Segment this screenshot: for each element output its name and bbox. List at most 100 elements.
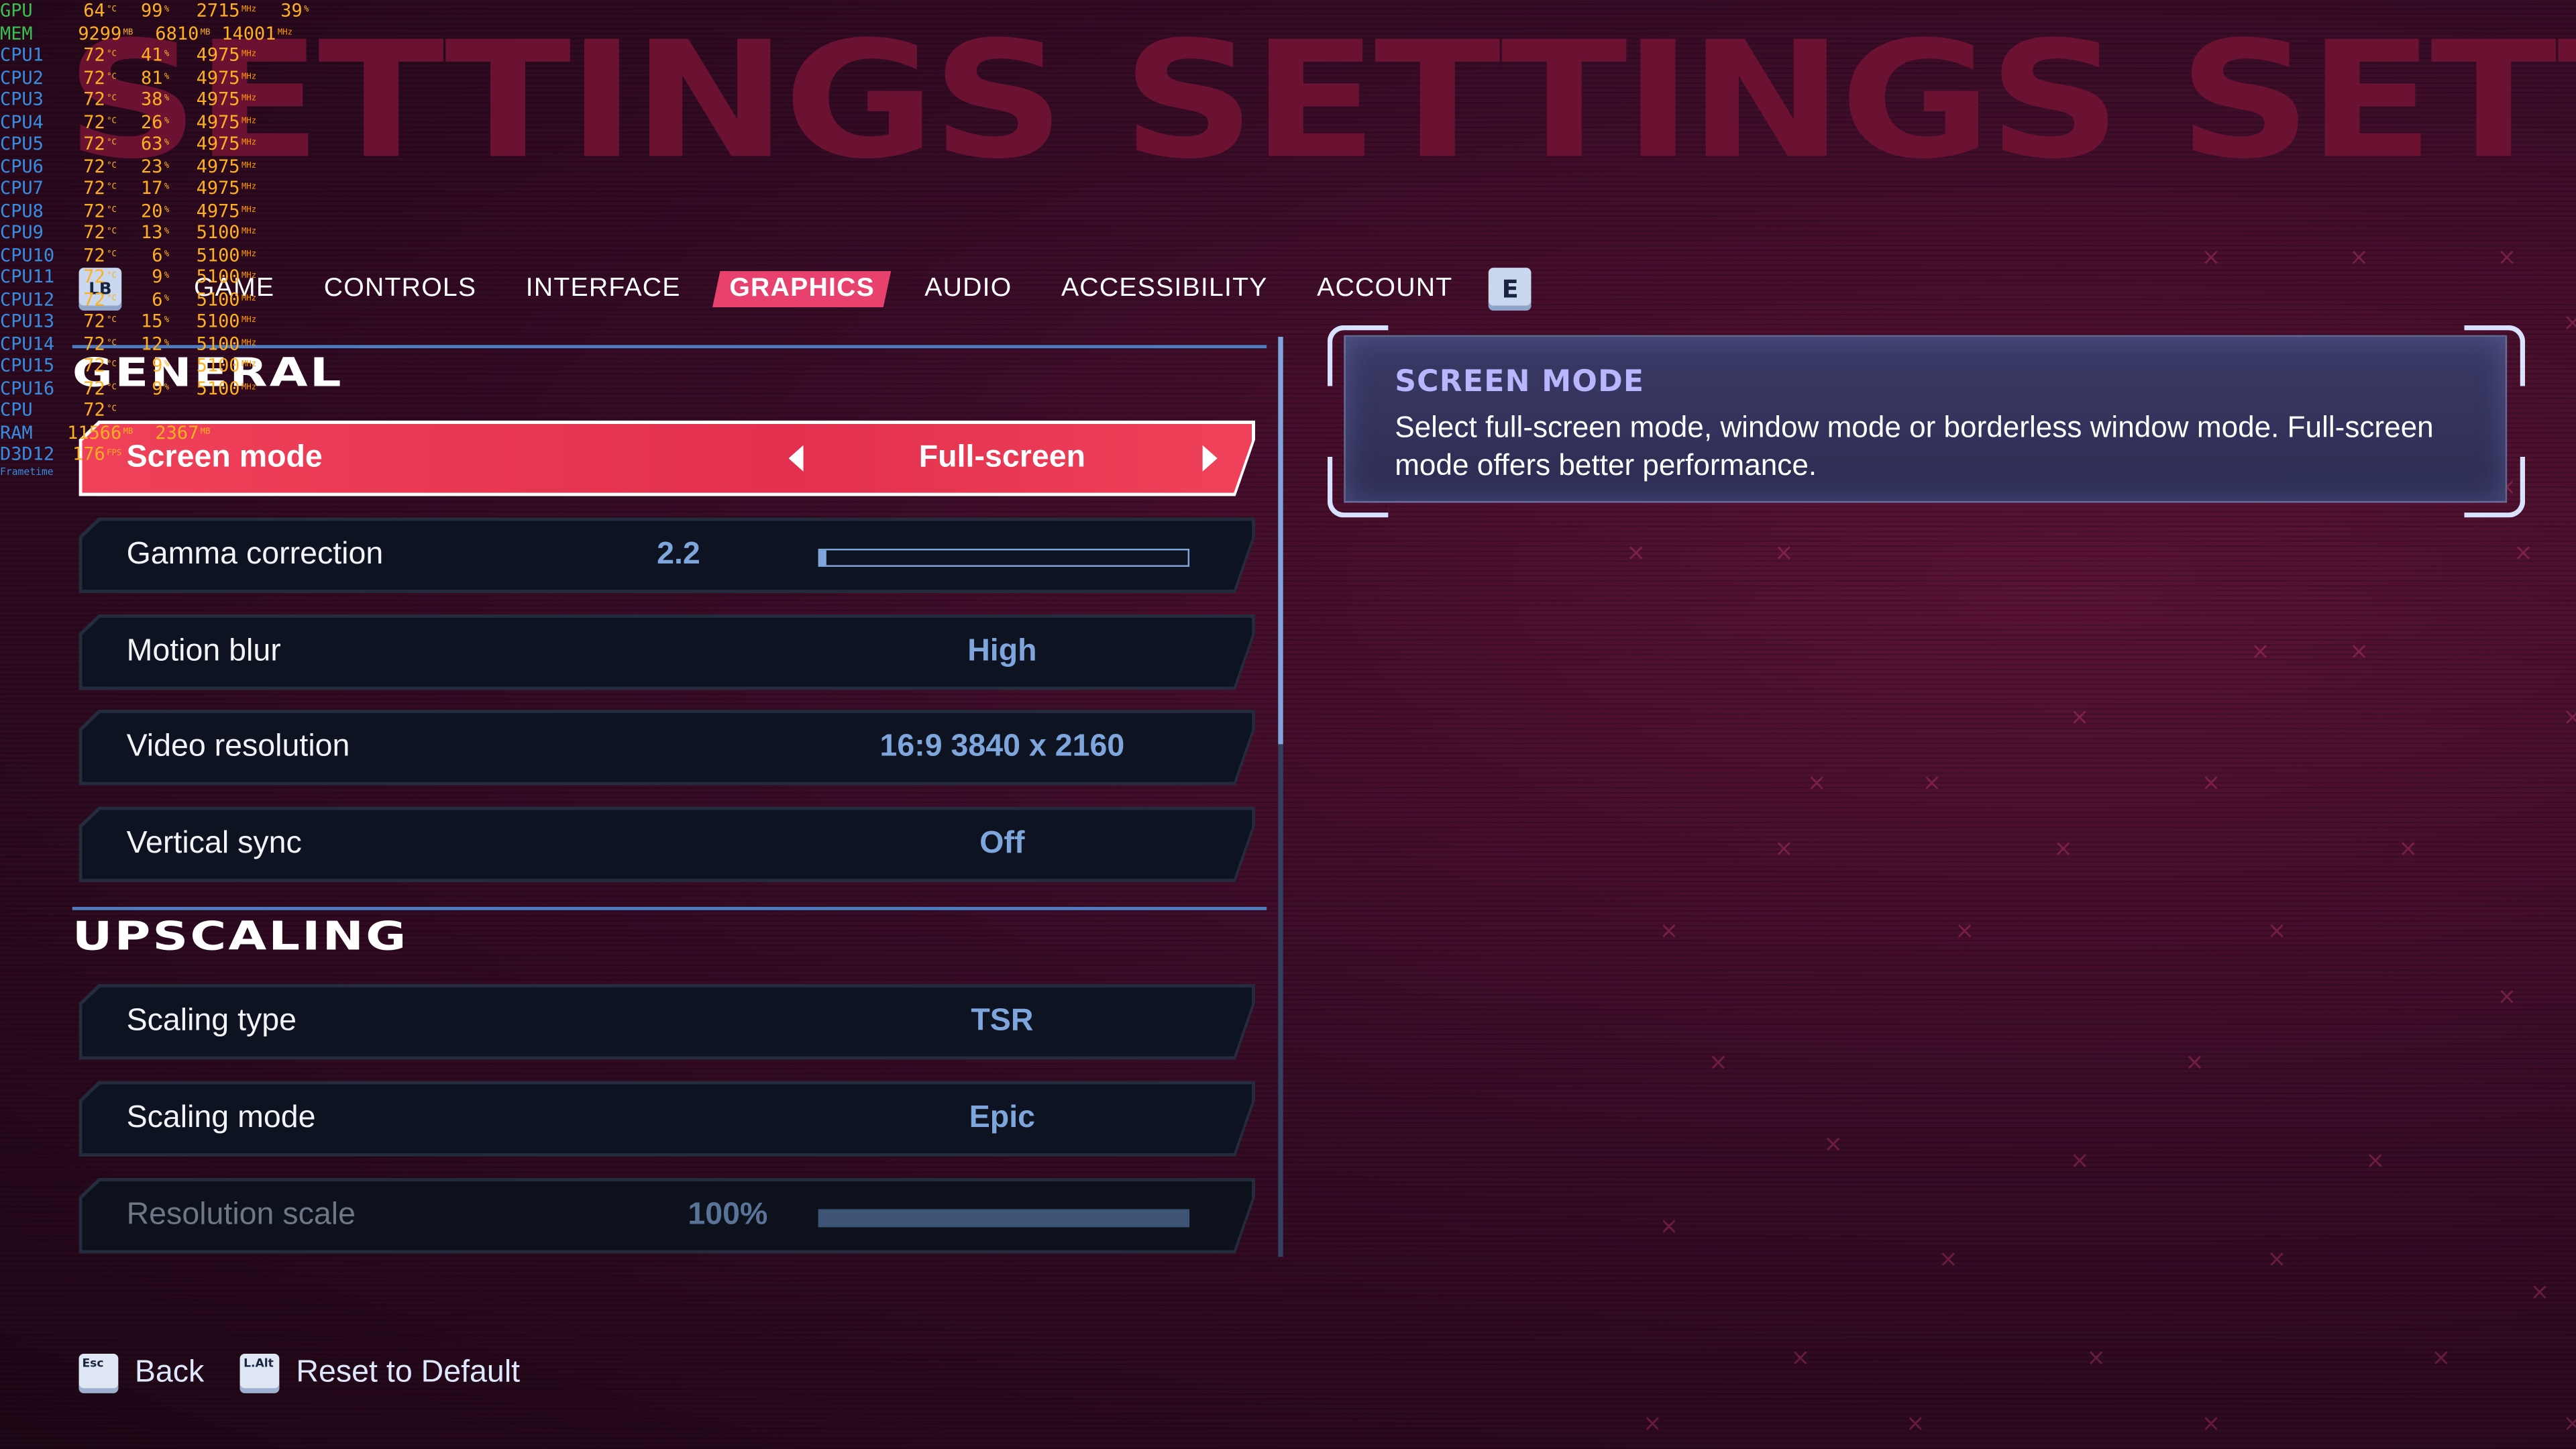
bg-x-mark: × [2530,1279,2550,1306]
overlay-temp: 72 [83,89,105,111]
setting-value: TSR [971,1004,1034,1038]
bg-x-mark: × [2398,836,2418,863]
overlay-row: CPU11 72 °C 9% 5100 MHz [0,266,314,288]
setting-scaling-type[interactable]: Scaling type TSR [79,984,1255,1060]
bg-x-mark: × [1659,1214,1679,1240]
overlay-load: 12 [141,332,163,354]
overlay-unit: MB [200,426,211,437]
overlay-label: CPU [0,399,33,421]
overlay-unit: MHz [241,382,257,392]
overlay-unit: % [164,337,170,347]
overlay-row: CPU1 72 °C 41% 4975 MHz [0,44,314,66]
setting-gamma-correction[interactable]: Gamma correction 2.2 [79,517,1255,593]
bg-x-mark: × [2349,639,2369,665]
bg-x-mark: × [2070,704,2090,731]
overlay-unit: % [164,115,170,126]
tab-interface[interactable]: INTERFACE [513,271,694,307]
overlay-unit: MHz [241,49,257,60]
overlay-load: 26 [141,111,163,133]
setting-label: Motion blur [126,634,281,669]
overlay-row: CPU10 72 °C 6% 5100 MHz [0,244,314,266]
tab-graphics[interactable]: GRAPHICS [712,271,893,307]
description-text: Select full-screen mode, window mode or … [1395,411,2434,482]
bg-x-mark: × [2365,1148,2385,1175]
overlay-label: D3D12 [0,443,55,466]
setting-value: 2.2 [657,537,700,572]
overlay-unit: °C [107,115,117,126]
setting-vertical-sync[interactable]: Vertical sync Off [79,806,1255,882]
overlay-label: CPU4 [0,111,44,133]
settings-screen: ××××××××××××××××××××××××××××××××××××××××… [0,0,2576,1449]
overlay-row: CPU 72 °C [0,399,314,421]
setting-label: Gamma correction [126,537,384,572]
tab-controls[interactable]: CONTROLS [311,271,490,307]
tab-audio[interactable]: AUDIO [912,271,1025,307]
overlay-row: CPU6 72 °C 23% 4975 MHz [0,155,314,177]
overlay-unit: MB [123,426,133,437]
arrow-right-icon[interactable] [1202,445,1218,472]
overlay-label: CPU7 [0,177,44,199]
overlay-temp: 72 [83,111,105,133]
overlay-temp: 72 [83,66,105,89]
overlay-clock: 4975 [196,133,240,155]
overlay-unit: % [164,382,170,392]
bg-x-mark: × [2497,983,2517,1011]
overlay-unit: °C [107,360,117,370]
overlay-row: CPU14 72 °C 12% 5100 MHz [0,333,314,355]
scrollbar-thumb[interactable] [1278,337,1283,745]
settings-scrollbar[interactable] [1278,337,1283,1257]
setting-video-resolution[interactable]: Video resolution 16:9 3840 x 2160 [79,710,1255,786]
overlay-unit: MHz [241,337,257,347]
overlay-clock: 5100 [196,266,240,288]
overlay-label: CPU16 [0,377,55,398]
overlay-label: CPU14 [0,332,55,354]
setting-value: Epic [969,1100,1036,1136]
bg-x-mark: × [1938,1246,1958,1273]
overlay-label: CPU3 [0,89,44,111]
tab-account[interactable]: ACCOUNT [1304,271,1466,307]
bg-x-mark: × [2201,1411,2221,1438]
overlay-load: 9 [152,377,163,398]
back-button[interactable]: Back [135,1355,204,1391]
setting-label: Scaling type [126,1004,297,1038]
setting-motion-blur[interactable]: Motion blur High [79,614,1255,690]
overlay-load: 9 [152,266,163,288]
bg-x-mark: × [2070,1148,2090,1175]
reset-to-default-button[interactable]: Reset to Default [296,1355,520,1391]
overlay-unit: °C [107,293,117,303]
overlay-unit: % [164,138,170,148]
overlay-load: 81 [141,66,163,89]
overlay-row: CPU15 72 °C 9% 5100 MHz [0,355,314,377]
overlay-unit: °C [107,93,117,104]
bg-x-mark: × [2185,1049,2204,1077]
overlay-unit: °C [107,160,117,170]
bg-x-mark: × [2349,244,2369,272]
overlay-ram: 2367 [155,421,199,443]
overlay-label: CPU5 [0,133,44,155]
setting-scaling-mode[interactable]: Scaling mode Epic [79,1081,1255,1157]
setting-value: High [967,634,1037,669]
overlay-temp: 72 [83,377,105,398]
overlay-load: 63 [141,133,163,155]
overlay-load: 23 [141,155,163,177]
overlay-unit: °C [107,337,117,347]
overlay-unit: % [164,5,170,15]
overlay-clock: 5100 [196,221,240,244]
overlay-unit: % [164,226,170,237]
setting-resolution-scale[interactable]: Resolution scale 100% [79,1178,1255,1254]
bg-x-mark: × [2563,312,2576,335]
overlay-unit: % [164,160,170,170]
overlay-unit: % [164,271,170,281]
overlay-unit: % [164,182,170,193]
footer-bar: Esc Back L.Alt Reset to Default [78,1353,556,1393]
tab-accessibility[interactable]: ACCESSIBILITY [1048,271,1281,307]
gamma-slider[interactable] [818,548,1190,567]
overlay-temp: 72 [83,310,105,332]
overlay-unit: % [164,293,170,303]
slider-fill [820,1210,1188,1226]
next-tab-key[interactable]: E [1489,268,1532,311]
bg-x-mark: × [2267,1246,2287,1273]
overlay-clock: 4975 [196,177,240,199]
overlay-temp: 72 [83,133,105,155]
resolution-scale-slider[interactable] [818,1209,1190,1228]
